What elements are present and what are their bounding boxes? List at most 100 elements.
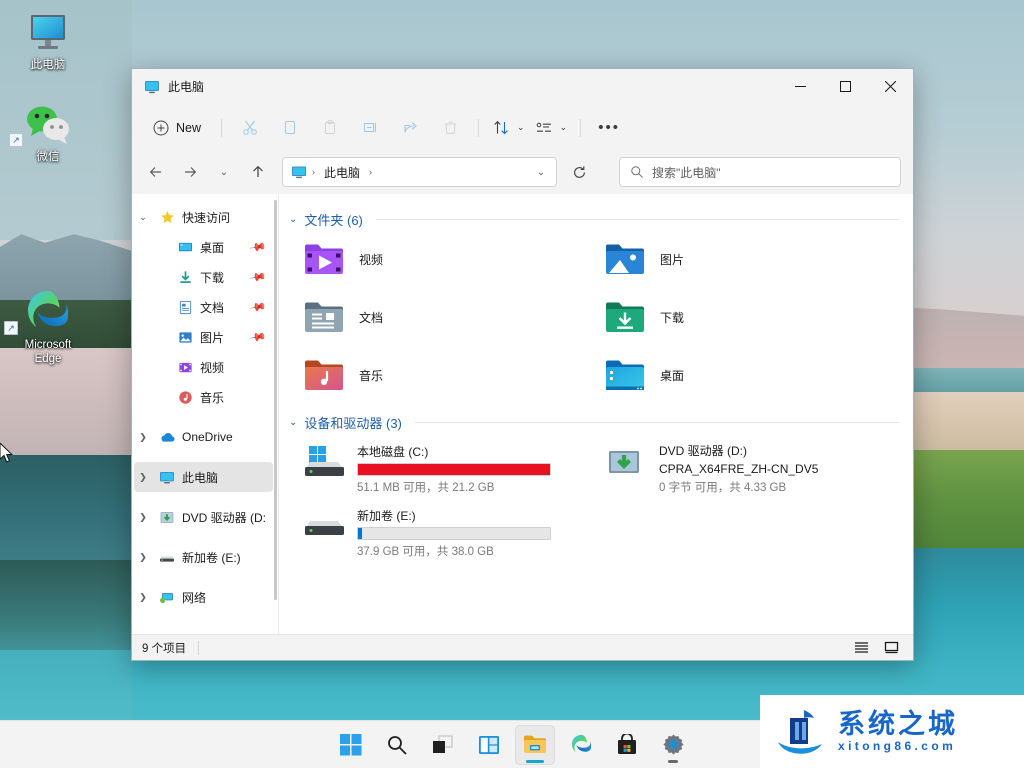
drive-item-dvd-d[interactable]: DVD 驱动器 (D:) CPRA_X64FRE_ZH-CN_DV5 0 字节 … — [597, 438, 899, 499]
edge-icon: ↗ — [0, 288, 96, 335]
sidebar-item-videos[interactable]: 视频 — [134, 352, 273, 382]
up-button[interactable] — [242, 157, 274, 187]
pictures-folder-icon — [606, 244, 644, 274]
sidebar-item-dvd-drive[interactable]: ❯ DVD 驱动器 (D:) — [134, 502, 273, 532]
address-bar-row[interactable]: ⌄ › 此电脑 › ⌄ 搜索"此电脑" — [132, 150, 913, 194]
sidebar-item-this-pc[interactable]: ❯ 此电脑 — [134, 462, 273, 492]
close-button[interactable] — [868, 69, 913, 105]
file-explorer-window[interactable]: 此电脑 New ⌄ ⌄ ••• ⌄ › 此电脑 › ⌄ 搜索"此电脑" ⌄ 快速… — [131, 68, 914, 661]
cut-button[interactable] — [231, 113, 269, 143]
share-button[interactable] — [391, 113, 429, 143]
chevron-right-icon[interactable]: ❯ — [134, 512, 152, 523]
desktop-icon-edge[interactable]: ↗ Microsoft Edge — [0, 288, 96, 366]
taskbar-search-button[interactable] — [377, 725, 417, 765]
drive-item-local-disk-c[interactable]: 本地磁盘 (C:) 51.1 MB 可用，共 21.2 GB — [295, 438, 597, 499]
folder-item-desktop[interactable]: 桌面 — [598, 351, 899, 399]
sidebar-item-documents[interactable]: 文档 📌 — [134, 292, 273, 322]
view-toggle-group[interactable] — [849, 638, 903, 658]
onedrive-icon — [158, 428, 176, 446]
drives-group-title: 设备和驱动器 (3) — [304, 416, 402, 431]
plus-circle-icon — [153, 120, 169, 135]
chevron-right-icon[interactable]: ❯ — [134, 472, 152, 483]
sidebar-item-desktop[interactable]: 桌面 📌 — [134, 232, 273, 262]
desktop-icon-this-pc[interactable]: 此电脑 — [5, 8, 91, 72]
breadcrumb-item-this-pc[interactable]: 此电脑 — [320, 162, 364, 183]
folder-item-documents[interactable]: 文档 — [297, 293, 598, 341]
pictures-icon — [176, 328, 194, 346]
chevron-down-icon[interactable]: ⌄ — [289, 214, 297, 225]
taskbar-edge-button[interactable] — [561, 725, 601, 765]
paste-button[interactable] — [311, 113, 349, 143]
details-view-button[interactable] — [849, 638, 873, 658]
chevron-down-icon[interactable]: ⌄ — [289, 417, 297, 428]
desktop-icon-wechat[interactable]: ↗ 微信 — [5, 100, 91, 164]
search-input[interactable]: 搜索"此电脑" — [652, 164, 721, 181]
breadcrumb-separator-2[interactable]: › — [369, 167, 372, 177]
back-button[interactable] — [140, 157, 172, 187]
drive-free-space: 37.9 GB 可用，共 38.0 GB — [357, 546, 494, 558]
taskbar-start-button[interactable] — [331, 725, 371, 765]
navigation-pane[interactable]: ⌄ 快速访问 桌面 📌 下载 📌 文档 📌 图片 📌 视频 音乐 ❯ OneDr… — [132, 194, 279, 634]
drive-item-new-volume-e[interactable]: 新加卷 (E:) 37.9 GB 可用，共 38.0 GB — [295, 503, 597, 563]
shortcut-overlay-icon: ↗ — [9, 133, 23, 147]
sidebar-item-downloads[interactable]: 下载 📌 — [134, 262, 273, 292]
group-divider — [414, 422, 899, 423]
title-bar[interactable]: 此电脑 — [132, 69, 913, 105]
command-toolbar[interactable]: New ⌄ ⌄ ••• — [132, 105, 913, 150]
sidebar-item-music[interactable]: 音乐 — [134, 382, 273, 412]
sidebar-item-onedrive[interactable]: ❯ OneDrive — [134, 422, 273, 452]
sort-button[interactable]: ⌄ — [488, 113, 529, 143]
chevron-down-icon[interactable]: ⌄ — [134, 212, 152, 223]
drives-grid[interactable]: 本地磁盘 (C:) 51.1 MB 可用，共 21.2 GB DVD 驱动器 (… — [289, 438, 899, 563]
rename-button[interactable] — [351, 113, 389, 143]
refresh-button[interactable] — [563, 157, 595, 187]
search-box[interactable]: 搜索"此电脑" — [619, 157, 901, 187]
chevron-right-icon[interactable]: ❯ — [134, 552, 152, 563]
taskbar-microsoft-store-button[interactable] — [607, 725, 647, 765]
more-options-button[interactable]: ••• — [590, 113, 628, 143]
sidebar-item-network[interactable]: ❯ 网络 — [134, 582, 273, 612]
folders-group-header[interactable]: ⌄ 文件夹 (6) — [289, 210, 899, 229]
sidebar-item-pictures[interactable]: 图片 📌 — [134, 322, 273, 352]
drive-usage-bar — [357, 527, 551, 540]
delete-button[interactable] — [431, 113, 469, 143]
address-dropdown-button[interactable]: ⌄ — [530, 160, 552, 184]
folder-label: 图片 — [660, 252, 685, 267]
large-icons-view-button[interactable] — [879, 638, 903, 658]
folders-group-title: 文件夹 (6) — [304, 213, 363, 228]
folders-grid[interactable]: 视频 图片 文档 下载 音乐 桌面 — [289, 235, 899, 399]
nav-pane-scrollbar[interactable] — [274, 200, 277, 600]
pin-icon[interactable]: 📌 — [249, 328, 268, 347]
pin-icon[interactable]: 📌 — [249, 298, 268, 317]
maximize-button[interactable] — [823, 69, 868, 105]
window-title: 此电脑 — [168, 80, 205, 94]
pin-icon[interactable]: 📌 — [249, 238, 268, 257]
watermark-text: 系统之城 xitong86.com — [838, 711, 958, 753]
taskbar-settings-button[interactable] — [653, 725, 693, 765]
folder-item-pictures[interactable]: 图片 — [598, 235, 899, 283]
new-button[interactable]: New — [142, 113, 212, 143]
address-bar[interactable]: › 此电脑 › ⌄ — [282, 157, 557, 187]
pin-icon[interactable]: 📌 — [249, 268, 268, 287]
folder-item-downloads[interactable]: 下载 — [598, 293, 899, 341]
drive-usage-bar — [357, 462, 551, 476]
chevron-right-icon[interactable]: ❯ — [134, 432, 152, 443]
taskbar-widgets-button[interactable] — [469, 725, 509, 765]
sidebar-item-quick-access[interactable]: ⌄ 快速访问 — [134, 202, 273, 232]
chevron-right-icon[interactable]: ❯ — [134, 592, 152, 603]
forward-button[interactable] — [174, 157, 206, 187]
minimize-button[interactable] — [778, 69, 823, 105]
folder-item-music[interactable]: 音乐 — [297, 351, 598, 399]
drives-group-header[interactable]: ⌄ 设备和驱动器 (3) — [289, 413, 899, 432]
recent-locations-button[interactable]: ⌄ — [208, 157, 240, 187]
overflow-label: ••• — [598, 119, 620, 136]
content-pane[interactable]: ⌄ 文件夹 (6) 视频 图片 文档 下载 音乐 桌面 ⌄ 设备和驱动器 (3)… — [279, 194, 913, 634]
taskbar-task-view-button[interactable] — [423, 725, 463, 765]
folder-item-videos[interactable]: 视频 — [297, 235, 598, 283]
copy-button[interactable] — [271, 113, 309, 143]
copy-icon — [284, 121, 295, 134]
taskbar-file-explorer-button[interactable] — [515, 724, 555, 765]
sidebar-item-new-volume[interactable]: ❯ 新加卷 (E:) — [134, 542, 273, 572]
view-button[interactable]: ⌄ — [531, 113, 572, 143]
window-controls[interactable] — [778, 69, 913, 105]
